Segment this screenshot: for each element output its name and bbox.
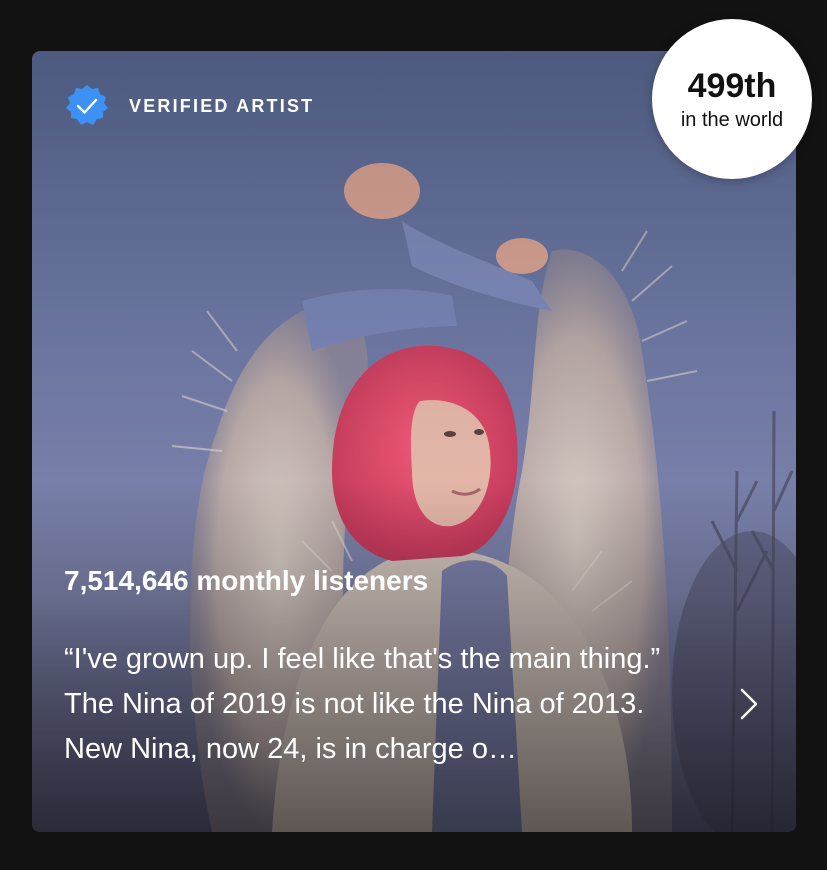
world-rank-number: 499th (687, 67, 777, 105)
world-rank-caption: in the world (680, 109, 784, 131)
verified-check-icon (66, 85, 108, 125)
artist-bio-text: “I've grown up. I feel like that's the m… (64, 643, 661, 765)
monthly-listeners: 7,514,646 monthly listeners (64, 565, 429, 596)
world-rank-badge: 499th in the world (652, 19, 812, 179)
verified-artist-label: VERIFIED ARTIST (129, 95, 315, 116)
chevron-right-icon[interactable] (735, 684, 763, 724)
artist-about-card[interactable]: VERIFIED ARTIST 7,514,646 monthly listen… (32, 51, 796, 832)
verified-artist-badge: VERIFIED ARTIST (65, 84, 314, 128)
